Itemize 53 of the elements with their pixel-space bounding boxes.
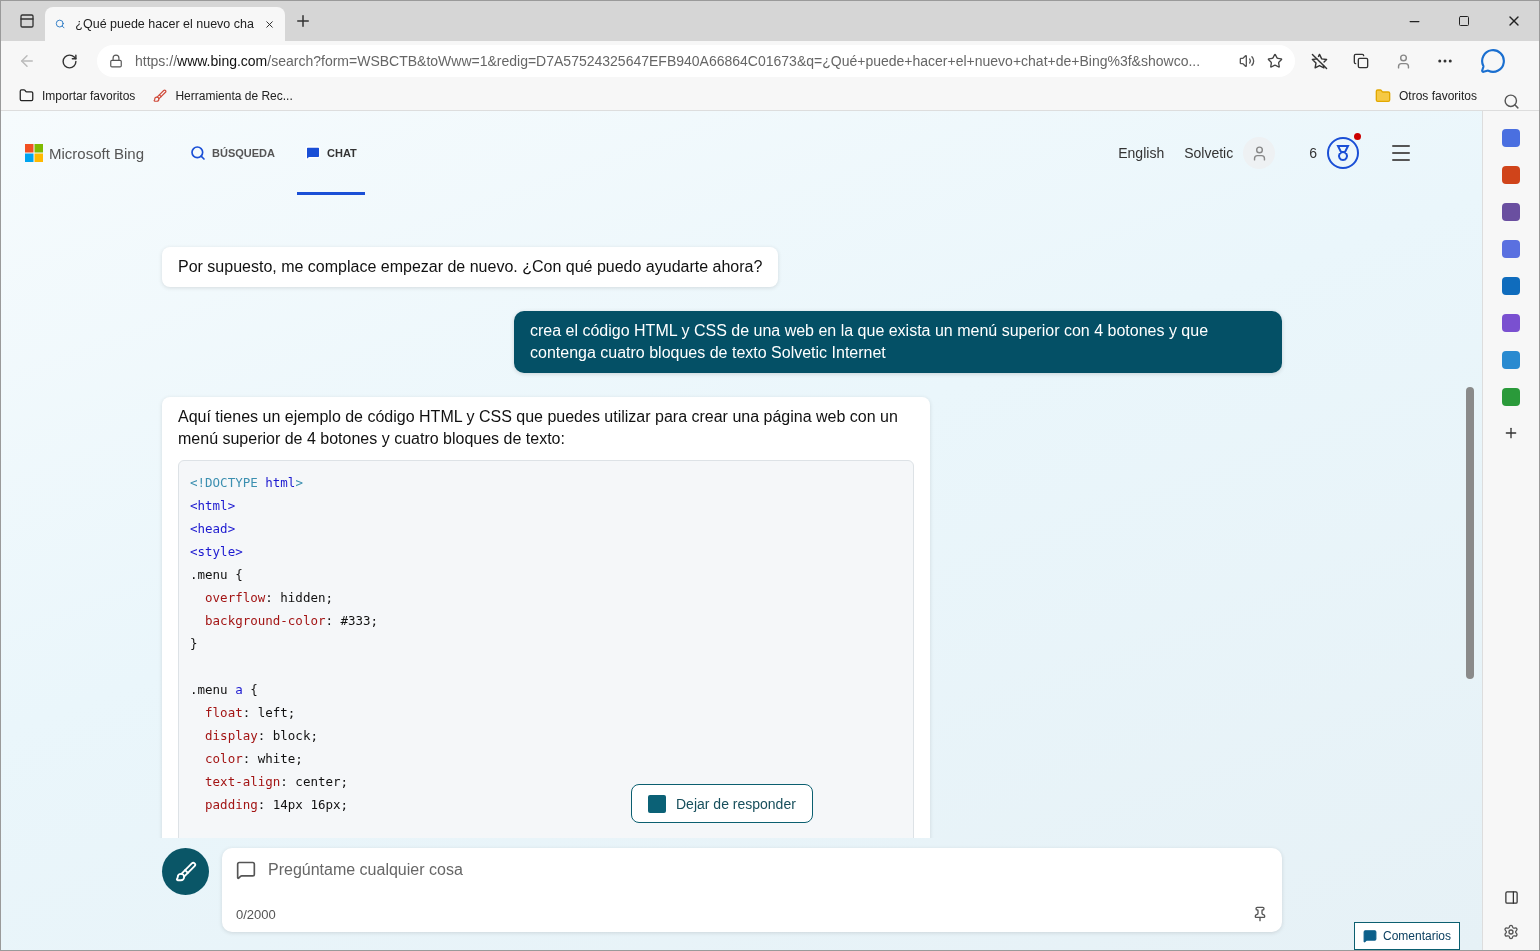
chat-icon [305, 145, 321, 161]
import-icon [19, 88, 34, 103]
search-icon [190, 145, 207, 161]
code-line: overflow: hidden; [204, 589, 333, 607]
address-bar[interactable]: https://www.bing.com/search?form=WSBCTB&toWww=1&redig=D7A57524325647EFB940A66864C01673&q=¿Qué+puede+hacer+el+nuevo+chat+de+Bing%3f&showco... [97, 45, 1295, 77]
chat-icon [236, 860, 256, 880]
char-counter: 0/2000 [236, 906, 276, 922]
bookmark[interactable]: Herramienta de Rec... [149, 86, 297, 105]
medal-icon [1335, 144, 1351, 162]
folder-icon [1374, 87, 1391, 104]
user-name[interactable]: Solvetic [1184, 145, 1234, 161]
add-favorite-icon[interactable] [1267, 53, 1283, 69]
add-icon[interactable] [1503, 425, 1519, 441]
code-line: <head> [190, 520, 236, 538]
points-count: 6 [1309, 145, 1317, 161]
user-message: crea el código HTML y CSS de una web en la que exista un menú superior con 4 botones y que contenga cuatro bloques de texto Solvetic Internet [514, 311, 1282, 373]
read-aloud-icon[interactable] [1239, 53, 1255, 69]
code-line: display: block; [204, 727, 318, 745]
bot-message: Por supuesto, me complace empezar de nuevo. ¿Con qué puedo ayudarte ahora? [162, 247, 779, 287]
code-line: <style> [190, 543, 243, 561]
code-line: <html> [190, 497, 236, 515]
code-line: padding: 14px 16px; [204, 796, 349, 814]
tool-icon [153, 88, 168, 103]
sidebar-toggle-icon[interactable] [1503, 890, 1519, 905]
stop-icon [648, 794, 666, 813]
language-link[interactable]: English [1118, 145, 1165, 161]
settings-icon[interactable] [1503, 924, 1519, 940]
feedback-button[interactable]: Comentarios [1353, 922, 1460, 950]
tab-title: ¿Qué puede hacer el nuevo cha [75, 17, 254, 31]
bot-message: Aquí tienes un ejemplo de código HTML y CSS que puedes utilizar para crear una página web con un menú superior de 4 botones y cuatro bloques de texto: [178, 407, 899, 449]
search-icon [55, 17, 66, 31]
microsoft-logo-icon [25, 144, 43, 162]
code-line: .menu a { [190, 681, 258, 699]
bing-logo[interactable]: Microsoft Bing [25, 144, 145, 162]
code-line: } [190, 635, 198, 653]
stop-responding-button[interactable]: Dejar de responder [631, 784, 813, 823]
code-line: <!DOCTYPE html> [190, 474, 303, 492]
code-line: float: left; [204, 704, 296, 722]
browser-tab[interactable]: ¿Qué puede hacer el nuevo cha [45, 7, 285, 41]
nav-tab[interactable]: CHAT [297, 111, 365, 195]
nav-tab[interactable]: BÚSQUEDA [182, 111, 283, 195]
comment-icon [1362, 929, 1377, 943]
pin-icon[interactable] [1252, 906, 1268, 922]
avatar-icon[interactable] [1243, 137, 1276, 169]
code-line: .menu { [190, 566, 243, 584]
code-line: text-align: center; [204, 773, 349, 791]
lock-icon [109, 54, 123, 68]
code-line: color: white; [204, 750, 303, 768]
search-icon[interactable] [1502, 93, 1520, 110]
new-topic-button[interactable] [162, 848, 209, 895]
bookmark[interactable]: Importar favoritos [15, 86, 140, 105]
bookmark-folder[interactable]: Otros favoritos [1370, 85, 1481, 106]
code-line: background-color: #333; [204, 612, 379, 630]
